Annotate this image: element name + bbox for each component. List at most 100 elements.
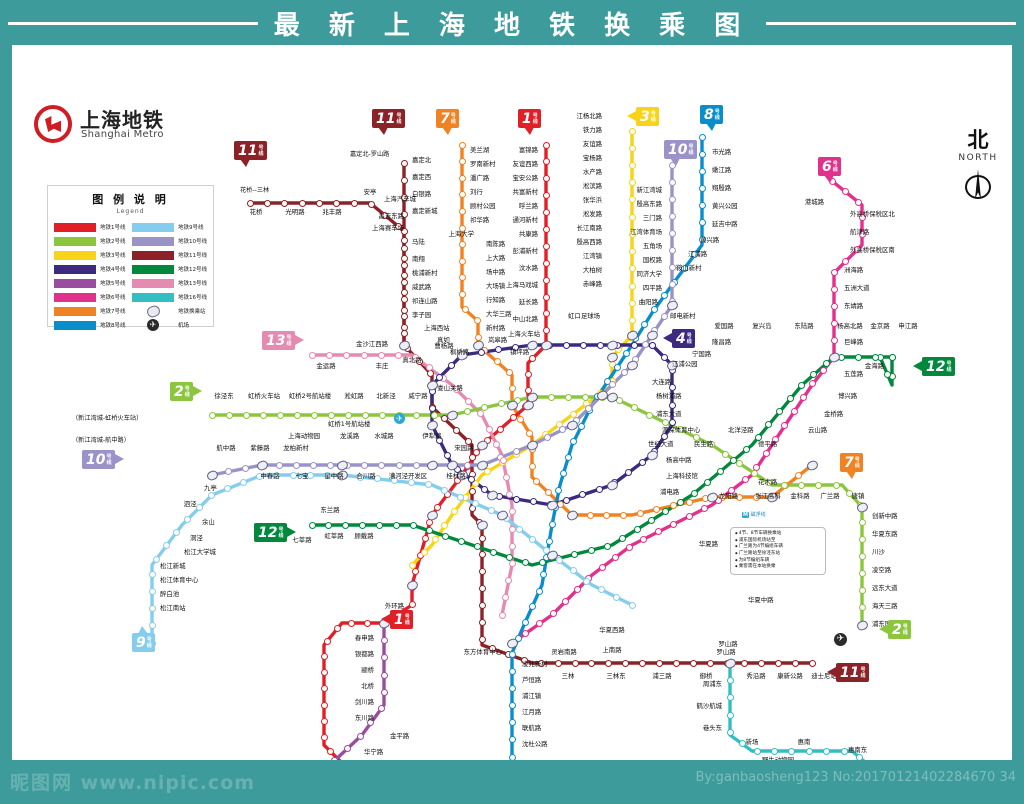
station-dot[interactable] <box>528 462 536 470</box>
station-dot[interactable] <box>478 568 486 576</box>
station-dot[interactable] <box>823 747 831 755</box>
station-dot[interactable] <box>668 264 676 272</box>
station-dot[interactable] <box>628 299 636 307</box>
station-dot[interactable] <box>698 167 706 175</box>
station-dot[interactable] <box>757 659 765 667</box>
station-dot[interactable] <box>808 659 816 667</box>
station-dot[interactable] <box>380 671 388 679</box>
station-dot[interactable] <box>854 353 862 361</box>
station-dot[interactable] <box>690 489 698 497</box>
station-dot[interactable] <box>412 461 420 469</box>
station-dot[interactable] <box>364 619 372 627</box>
station-dot[interactable] <box>344 744 352 752</box>
station-dot[interactable] <box>623 349 630 357</box>
station-dot[interactable] <box>815 481 823 489</box>
station-dot[interactable] <box>542 192 550 200</box>
station-dot[interactable] <box>647 516 655 524</box>
station-dot[interactable] <box>408 601 416 608</box>
station-dot[interactable] <box>660 353 668 361</box>
station-dot[interactable] <box>458 257 466 265</box>
station-dot[interactable] <box>609 380 617 388</box>
station-dot[interactable] <box>378 461 386 469</box>
station-dot[interactable] <box>400 254 408 262</box>
station-dot[interactable] <box>542 293 550 301</box>
line-flag-l10-w[interactable]: 10 号线 <box>82 450 124 469</box>
station-dot[interactable] <box>478 636 486 644</box>
station-dot[interactable] <box>478 585 486 593</box>
station-dot[interactable] <box>333 199 341 207</box>
station-dot[interactable] <box>858 519 866 527</box>
station-dot[interactable] <box>548 393 556 401</box>
station-dot[interactable] <box>362 411 370 419</box>
station-dot[interactable] <box>316 199 323 207</box>
station-dot[interactable] <box>400 159 408 167</box>
station-dot[interactable] <box>508 384 516 392</box>
station-dot[interactable] <box>196 503 204 511</box>
station-dot[interactable] <box>668 178 676 186</box>
station-dot[interactable] <box>668 281 676 289</box>
station-dot[interactable] <box>628 601 636 609</box>
station-dot[interactable] <box>393 521 401 529</box>
station-dot[interactable] <box>790 408 798 416</box>
station-dot[interactable] <box>320 669 328 676</box>
station-dot[interactable] <box>334 624 342 632</box>
station-dot[interactable] <box>242 411 250 419</box>
station-dot[interactable] <box>858 587 866 595</box>
station-dot[interactable] <box>275 461 283 469</box>
station-dot[interactable] <box>428 404 436 412</box>
station-dot[interactable] <box>585 404 593 412</box>
station-dot[interactable] <box>458 207 466 215</box>
station-dot[interactable] <box>377 351 385 359</box>
station-dot[interactable] <box>628 213 636 221</box>
line-flag-l3-n[interactable]: 3号线 <box>627 107 659 126</box>
station-dot[interactable] <box>563 341 571 349</box>
station-dot[interactable] <box>461 306 469 314</box>
station-dot[interactable] <box>320 685 328 693</box>
station-dot[interactable] <box>458 158 466 166</box>
station-dot[interactable] <box>685 498 693 506</box>
station-dot[interactable] <box>448 361 456 369</box>
station-dot[interactable] <box>605 659 613 667</box>
station-dot[interactable] <box>421 535 429 543</box>
station-dot[interactable] <box>542 141 550 149</box>
station-dot[interactable] <box>628 179 636 187</box>
station-dot[interactable] <box>327 461 335 469</box>
station-dot[interactable] <box>508 650 516 658</box>
station-dot[interactable] <box>858 536 866 544</box>
station-dot[interactable] <box>367 200 375 208</box>
station-dot[interactable] <box>628 282 636 290</box>
station-dot[interactable] <box>152 555 160 563</box>
station-dot[interactable] <box>458 191 466 199</box>
station-dot[interactable] <box>640 535 648 543</box>
station-dot[interactable] <box>545 537 553 545</box>
line-flag-l11-s[interactable]: 11 号线 <box>827 663 869 682</box>
line-flag-l12-e[interactable]: 12 号线 <box>913 357 955 376</box>
station-dot[interactable] <box>342 521 350 529</box>
station-dot[interactable] <box>538 558 546 566</box>
station-dot[interactable] <box>308 521 316 529</box>
station-dot[interactable] <box>524 370 532 378</box>
station-dot[interactable] <box>676 498 684 506</box>
station-dot[interactable] <box>458 241 466 249</box>
station-dot[interactable] <box>673 659 681 667</box>
station-dot[interactable] <box>542 276 550 284</box>
station-dot[interactable] <box>208 491 216 499</box>
station-dot[interactable] <box>564 454 572 462</box>
station-dot[interactable] <box>395 351 403 359</box>
station-dot[interactable] <box>628 161 636 169</box>
station-dot[interactable] <box>242 464 250 472</box>
station-dot[interactable] <box>621 368 629 376</box>
station-dot[interactable] <box>361 461 369 469</box>
station-dot[interactable] <box>325 351 333 359</box>
station-dot[interactable] <box>631 341 639 349</box>
station-dot[interactable] <box>508 667 516 675</box>
station-dot[interactable] <box>554 659 562 667</box>
station-dot[interactable] <box>542 209 550 217</box>
station-dot[interactable] <box>638 458 646 466</box>
station-dot[interactable] <box>542 310 550 318</box>
station-dot[interactable] <box>323 637 331 645</box>
station-dot[interactable] <box>508 508 516 516</box>
station-dot[interactable] <box>788 747 796 755</box>
station-dot[interactable] <box>292 461 300 469</box>
station-dot[interactable] <box>571 659 579 667</box>
